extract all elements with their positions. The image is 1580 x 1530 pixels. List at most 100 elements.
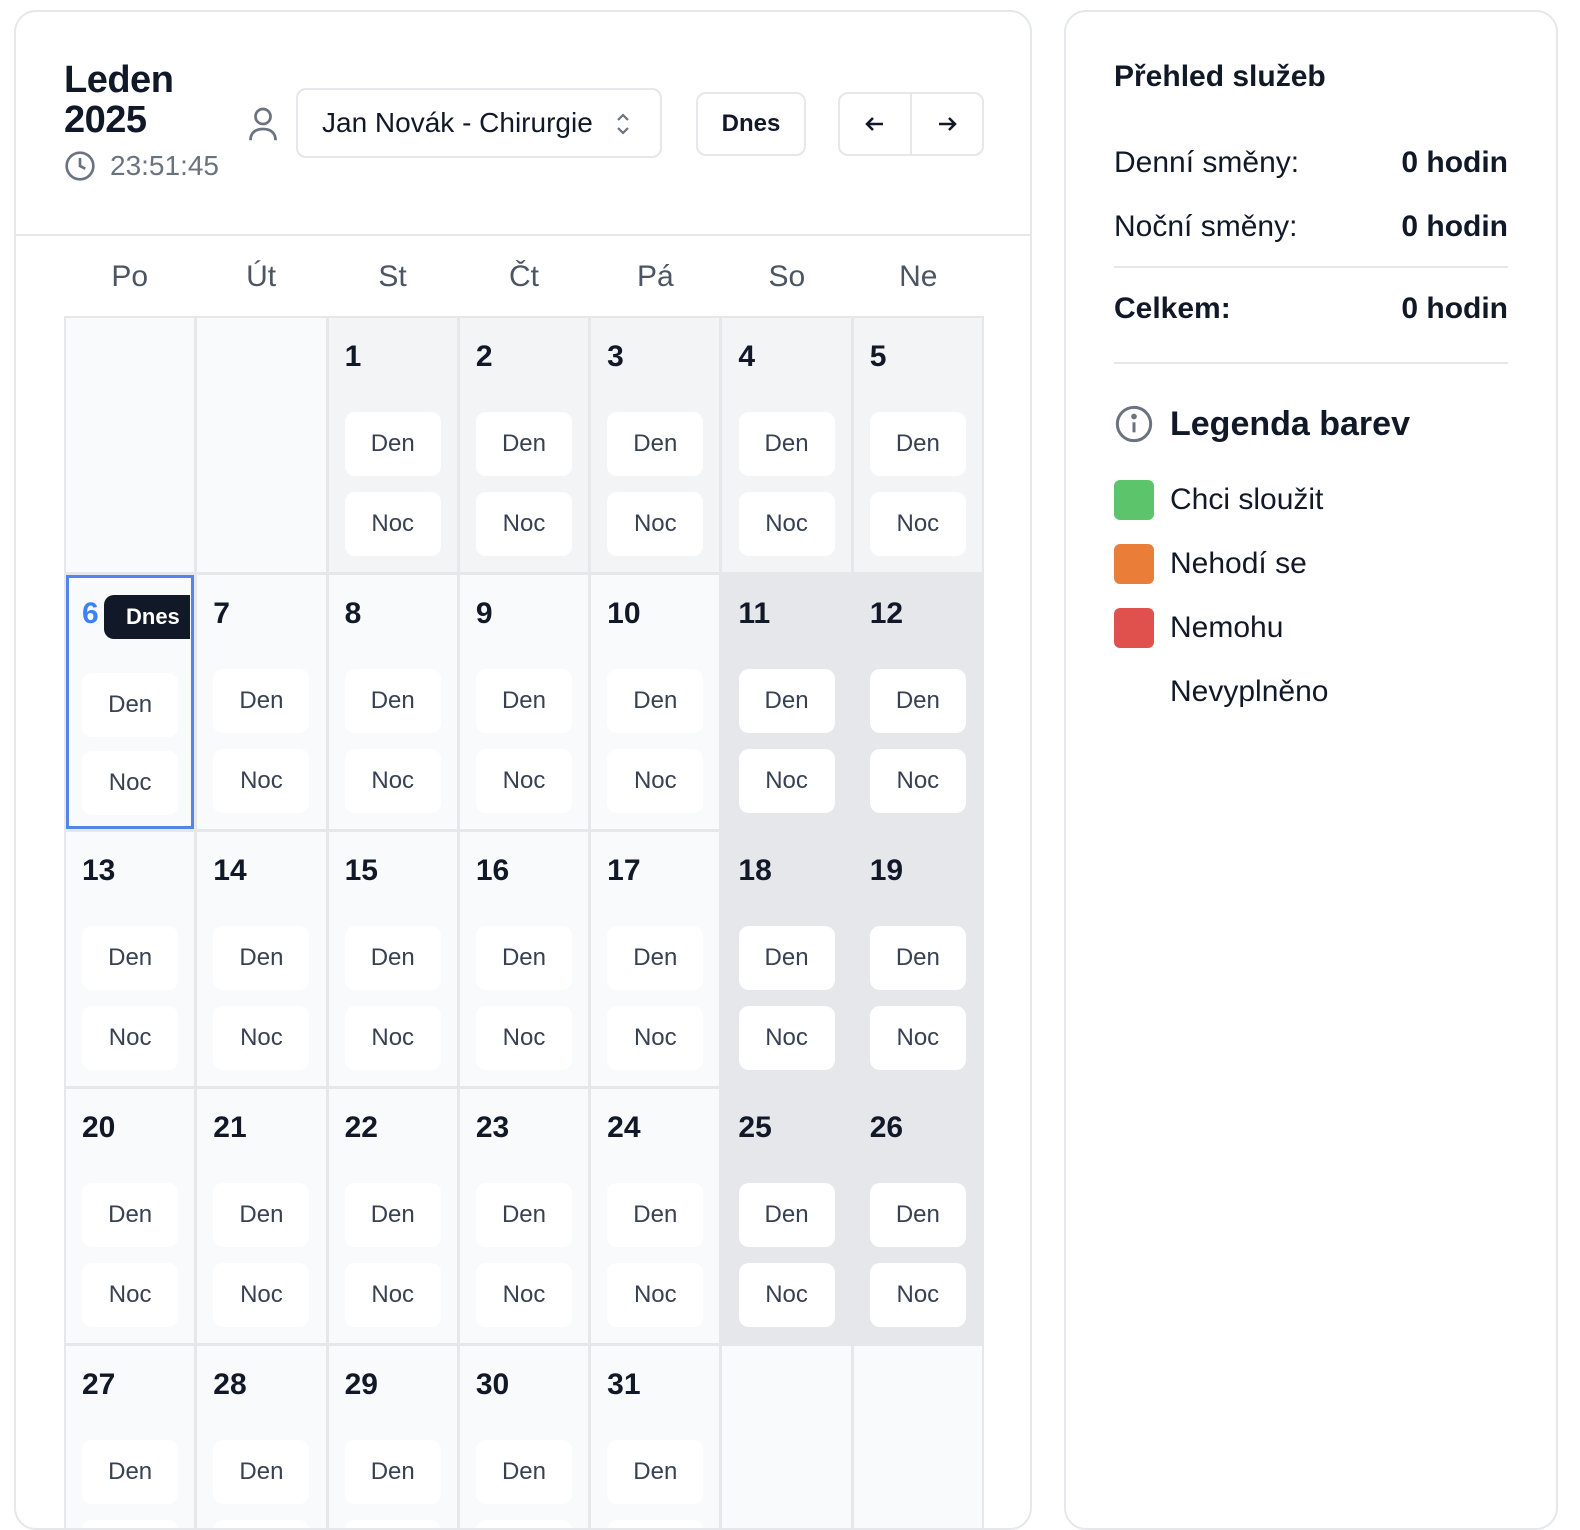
night-shift-button[interactable]: Noc <box>213 1520 310 1528</box>
day-shift-button[interactable]: Den <box>82 926 179 990</box>
day-number: 20 <box>82 1111 116 1144</box>
legend-label: Nevyplněno <box>1170 675 1329 708</box>
chevron-up-down-icon <box>617 113 629 135</box>
day-shift-button[interactable]: Den <box>475 412 572 476</box>
next-month-button[interactable] <box>910 92 984 156</box>
day-shift-button[interactable]: Den <box>82 1440 179 1504</box>
night-shift-button[interactable]: Noc <box>344 1006 441 1070</box>
day-shift-button[interactable]: Den <box>82 673 179 737</box>
day-shift-button[interactable]: Den <box>607 412 704 476</box>
day-number: 24 <box>607 1111 641 1144</box>
night-shift-button[interactable]: Noc <box>475 1263 572 1327</box>
day-shift-button[interactable]: Den <box>607 1440 704 1504</box>
doctor-select[interactable]: Jan Novák - Chirurgie <box>296 88 662 158</box>
header-divider <box>16 234 1030 236</box>
night-shift-button[interactable]: Noc <box>475 749 572 813</box>
day-number: 11 <box>738 597 771 630</box>
day-shift-button[interactable]: Den <box>475 669 572 733</box>
calendar-day-cell: 1 Den Noc <box>328 318 457 572</box>
day-shift-button[interactable]: Den <box>869 926 966 990</box>
night-shift-button[interactable]: Noc <box>344 1520 441 1528</box>
night-shift-button[interactable]: Noc <box>475 492 572 556</box>
night-shift-button[interactable]: Noc <box>213 749 310 813</box>
day-shift-button[interactable]: Den <box>738 669 835 733</box>
day-shift-button[interactable]: Den <box>869 1183 966 1247</box>
calendar-day-cell: 15 Den Noc <box>328 832 457 1086</box>
day-number: 30 <box>475 1368 510 1401</box>
calendar-day-cell: 27 Den Noc <box>66 1346 195 1528</box>
day-shift-button[interactable]: Den <box>738 412 835 476</box>
night-shift-button[interactable]: Noc <box>344 492 441 556</box>
night-shift-button[interactable]: Noc <box>869 749 966 813</box>
day-shift-button[interactable]: Den <box>344 1183 441 1247</box>
day-shift-button[interactable]: Den <box>475 1183 572 1247</box>
day-number: 14 <box>213 854 247 887</box>
day-shift-button[interactable]: Den <box>738 1183 835 1247</box>
day-shift-button[interactable]: Den <box>869 412 966 476</box>
night-shift-button[interactable]: Noc <box>869 1006 966 1070</box>
day-number: 17 <box>607 854 641 887</box>
day-shift-button[interactable]: Den <box>344 1440 441 1504</box>
day-shift-button[interactable]: Den <box>869 669 966 733</box>
night-shifts-row: Noční směny: 0 hodin <box>1114 210 1508 244</box>
night-shift-button[interactable]: Noc <box>82 1520 179 1528</box>
night-shift-button[interactable]: Noc <box>738 1006 835 1070</box>
night-shift-button[interactable]: Noc <box>607 1520 704 1528</box>
night-shift-button[interactable]: Noc <box>607 749 704 813</box>
calendar-empty-cell <box>197 318 326 572</box>
calendar-day-cell: 9 Den Noc <box>459 575 589 829</box>
night-shift-button[interactable]: Noc <box>344 1263 441 1327</box>
clock-row: 23:51:45 <box>64 150 219 182</box>
calendar-day-cell: 24 Den Noc <box>591 1089 720 1343</box>
calendar-day-cell: 28 Den Noc <box>197 1346 326 1528</box>
night-shift-button[interactable]: Noc <box>213 1006 310 1070</box>
weekday-label: Pá <box>637 260 674 293</box>
night-shift-button[interactable]: Noc <box>82 1006 179 1070</box>
today-button[interactable]: Dnes <box>696 92 806 156</box>
day-shift-button[interactable]: Den <box>607 926 704 990</box>
night-shift-button[interactable]: Noc <box>475 1520 572 1528</box>
calendar-day-cell: 29 Den Noc <box>328 1346 457 1528</box>
summary-card: Přehled služeb Denní směny: 0 hodin Nočn… <box>1064 10 1558 1530</box>
day-shift-button[interactable]: Den <box>82 1183 179 1247</box>
day-shift-button[interactable]: Den <box>344 926 441 990</box>
total-row: Celkem: 0 hodin <box>1114 292 1508 326</box>
day-shift-button[interactable]: Den <box>344 669 441 733</box>
day-shift-button[interactable]: Den <box>213 669 310 733</box>
night-shift-button[interactable]: Noc <box>82 1263 179 1327</box>
day-number: 22 <box>344 1111 378 1144</box>
night-shift-button[interactable]: Noc <box>607 492 704 556</box>
night-shift-button[interactable]: Noc <box>738 492 835 556</box>
calendar-day-cell: 5 Den Noc <box>853 318 982 572</box>
night-shift-button[interactable]: Noc <box>213 1263 310 1327</box>
night-shift-button[interactable]: Noc <box>869 1263 966 1327</box>
day-shift-button[interactable]: Den <box>213 1183 310 1247</box>
day-number: 21 <box>213 1111 247 1144</box>
night-shift-button[interactable]: Noc <box>82 751 179 815</box>
day-shift-button[interactable]: Den <box>607 669 704 733</box>
night-shift-button[interactable]: Noc <box>869 492 966 556</box>
day-shift-button[interactable]: Den <box>213 926 310 990</box>
day-shift-button[interactable]: Den <box>475 926 572 990</box>
legend-swatch <box>1114 672 1154 712</box>
day-shift-button[interactable]: Den <box>344 412 441 476</box>
night-shift-button[interactable]: Noc <box>475 1006 572 1070</box>
month-title: Leden 2025 <box>64 59 174 141</box>
weekday-label: So <box>768 260 806 293</box>
clock-time: 23:51:45 <box>110 150 219 181</box>
weekday-label: St <box>378 260 407 293</box>
day-shift-button[interactable]: Den <box>475 1440 572 1504</box>
prev-month-button[interactable] <box>838 92 912 156</box>
day-number: 9 <box>475 597 493 630</box>
calendar-day-cell: 11 Den Noc <box>722 575 851 829</box>
night-shift-button[interactable]: Noc <box>344 749 441 813</box>
day-shift-button[interactable]: Den <box>213 1440 310 1504</box>
day-shift-button[interactable]: Den <box>738 926 835 990</box>
night-shift-button[interactable]: Noc <box>607 1006 704 1070</box>
night-shift-button[interactable]: Noc <box>738 749 835 813</box>
day-shift-button[interactable]: Den <box>607 1183 704 1247</box>
day-shifts-value: 0 hodin <box>1401 146 1508 179</box>
night-shift-button[interactable]: Noc <box>607 1263 704 1327</box>
night-shift-button[interactable]: Noc <box>738 1263 835 1327</box>
doctor-select-value: Jan Novák - Chirurgie <box>322 107 593 138</box>
